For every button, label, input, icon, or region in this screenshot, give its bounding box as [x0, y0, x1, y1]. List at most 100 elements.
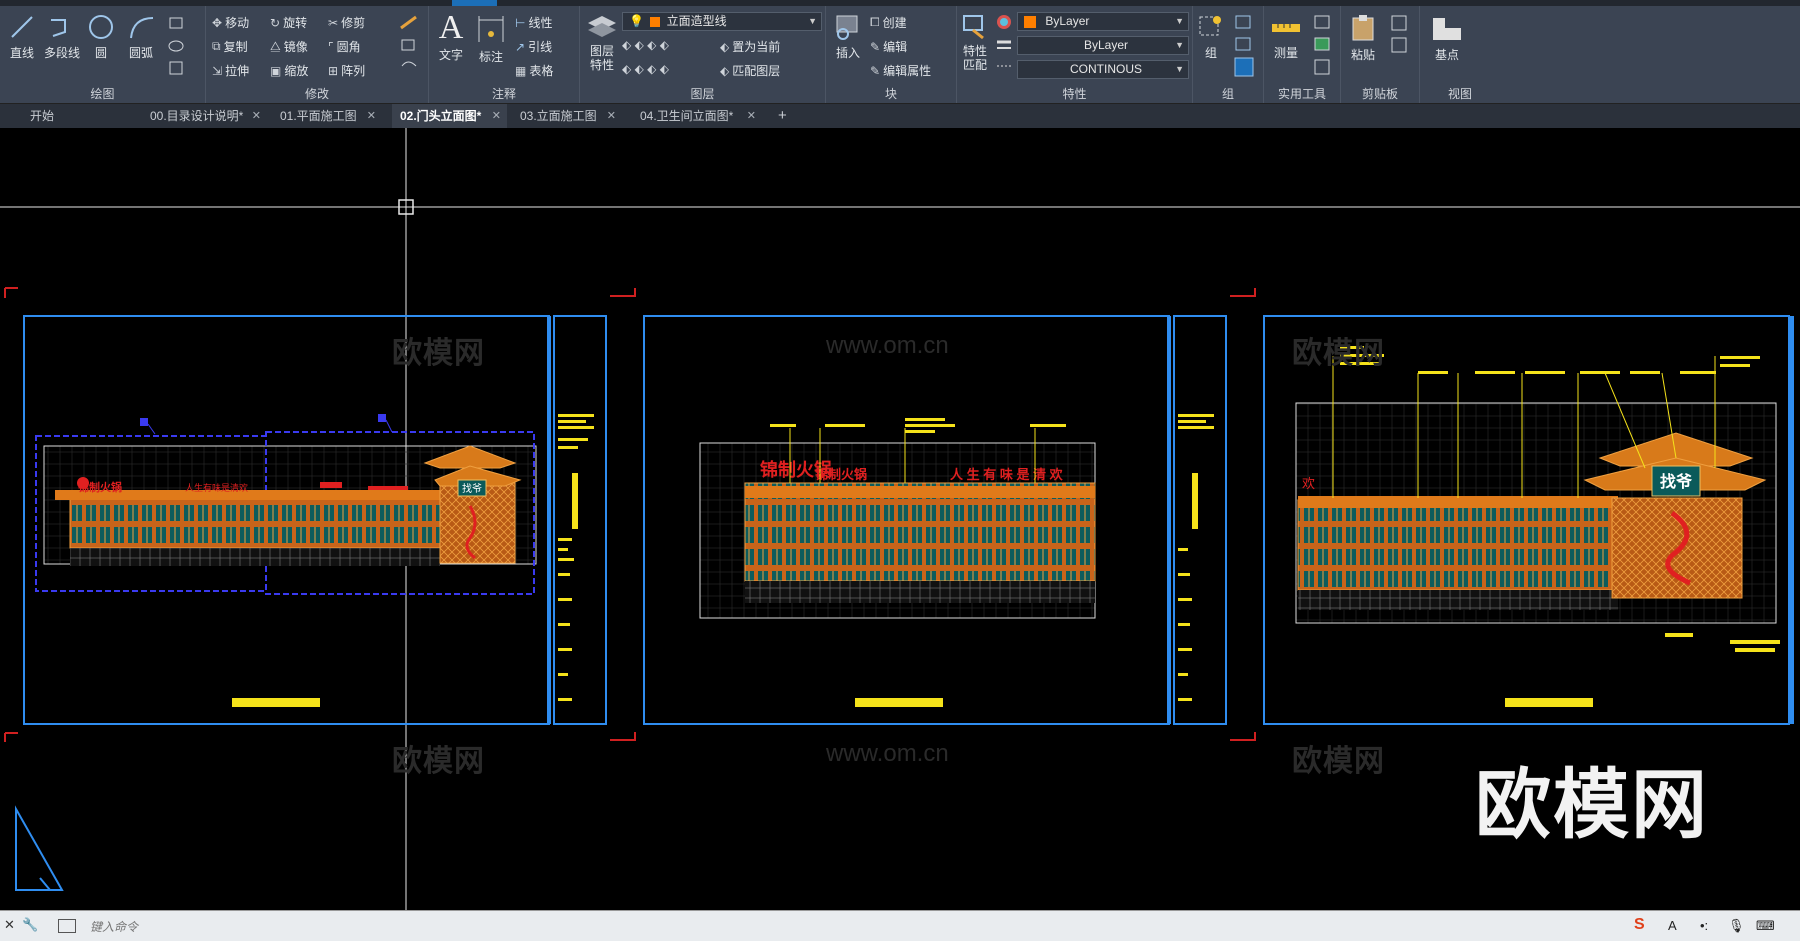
color-dropdown[interactable]: ByLayer ▼ [1017, 12, 1189, 31]
panel-clipboard: 粘贴 剪贴板 [1341, 6, 1420, 103]
tab-label: 02.门头立面图* [400, 109, 482, 123]
microphone-icon[interactable]: 🎙 [1728, 918, 1745, 934]
array-tool[interactable]: ⊞ 阵列 [328, 62, 365, 79]
panel-title-properties[interactable]: 特性 [957, 85, 1192, 101]
copy-tool[interactable]: ⧉ 复制 [212, 38, 248, 55]
panel-title-layers[interactable]: 图层 [580, 85, 825, 101]
dimension-tool[interactable]: 标注 [473, 14, 509, 65]
close-icon[interactable]: ✕ [607, 104, 616, 128]
mirror-tool[interactable]: ⧋ 镜像 [270, 38, 308, 55]
new-tab-button[interactable]: + [770, 104, 800, 128]
tab-01[interactable]: 01.平面施工图 ✕ [272, 104, 382, 128]
array-icon: ⊞ [328, 63, 339, 78]
property-icons[interactable] [995, 14, 1013, 78]
make-current-tool[interactable]: ⬖ 置为当前 [720, 38, 780, 55]
wrench-icon[interactable]: 🔧 [22, 917, 38, 933]
circle-tool[interactable]: 圆 [86, 14, 116, 61]
close-icon[interactable]: ✕ [747, 104, 756, 128]
close-icon[interactable]: ✕ [367, 104, 376, 128]
watermark-brand: 欧模网 [392, 337, 485, 370]
match-layer-label: 匹配图层 [732, 64, 781, 78]
insert-tool[interactable]: 插入 [830, 14, 866, 61]
create-block-tool[interactable]: ⧠ 创建 [870, 14, 907, 31]
utilities-extra-icons[interactable] [1312, 14, 1334, 78]
ime-mode-icon[interactable]: A [1668, 918, 1677, 933]
paste-label: 粘贴 [1350, 48, 1375, 62]
panel-title-view[interactable]: 视图 [1420, 85, 1500, 101]
panel-title-draw[interactable]: 绘图 [0, 85, 205, 101]
fillet-tool[interactable]: ⌜ 圆角 [328, 38, 361, 55]
polyline-icon [51, 19, 66, 37]
layer-properties-tool[interactable]: 图层特性 [584, 14, 620, 72]
panel-title-utilities[interactable]: 实用工具 [1264, 85, 1340, 101]
punctuation-icon[interactable]: •: [1700, 918, 1708, 933]
measure-tool[interactable]: 测量 [1266, 14, 1306, 61]
layer-dropdown[interactable]: 💡 立面造型线 ▼ [622, 12, 822, 31]
ime-logo-icon[interactable]: S [1634, 916, 1645, 934]
rotate-label: 旋转 [283, 16, 308, 30]
panel-title-modify[interactable]: 修改 [206, 85, 428, 101]
rectangle-hatch-icons[interactable] [168, 16, 198, 78]
modify-extra-icons[interactable] [398, 14, 422, 78]
group-tool[interactable]: 组 [1195, 14, 1227, 61]
trim-tool[interactable]: ✂ 修剪 [328, 14, 365, 31]
arc-tool[interactable]: 圆弧 [124, 14, 158, 61]
panel-title-clipboard[interactable]: 剪贴板 [1341, 85, 1419, 101]
text-label: 文字 [438, 48, 463, 62]
layer-tools-row2[interactable]: ⬖ ⬖ ⬖ ⬖ [622, 62, 669, 76]
watermark-brand: 欧模网 [392, 745, 485, 778]
layer-color-swatch [650, 16, 661, 27]
command-input[interactable]: 键入命令 [90, 918, 138, 935]
edit-attr-tool[interactable]: ✎ 编辑属性 [870, 62, 931, 79]
scale-tool[interactable]: ▣ 缩放 [270, 62, 308, 79]
layer-state-icons: ⬖ ⬖ ⬖ ⬖ [622, 38, 669, 52]
close-icon[interactable]: ✕ [492, 104, 501, 128]
tab-04[interactable]: 04.卫生间立面图* ✕ [632, 104, 762, 128]
base-point-tool[interactable]: 基点 [1424, 14, 1470, 63]
group-extra-icons[interactable] [1233, 14, 1257, 78]
panel-title-group[interactable]: 组 [1193, 85, 1263, 101]
move-tool[interactable]: ✥ 移动 [212, 14, 249, 31]
line-tool[interactable]: 直线 [6, 14, 38, 61]
close-icon[interactable]: ✕ [4, 917, 15, 933]
drawing-sheet-3: 找爷 欢 [1263, 315, 1794, 725]
sign-brand-2: 锦制火锅 [815, 467, 867, 482]
match-layer-tool[interactable]: ⬖ 匹配图层 [720, 62, 780, 79]
linear-tool[interactable]: ⊢ 线性 [515, 14, 552, 31]
watermark-url: www.om.cn [826, 740, 949, 767]
insert-block-icon [836, 15, 858, 40]
sign-slogan-2: 人 生 有 味 是 清 欢 [950, 467, 1064, 482]
stretch-tool[interactable]: ⇲ 拉伸 [212, 62, 249, 79]
plus-icon: + [778, 107, 787, 124]
tab-label: 04.卫生间立面图* [640, 109, 734, 123]
command-history-icon[interactable] [58, 919, 76, 933]
rotate-tool[interactable]: ↻ 旋转 [270, 14, 307, 31]
panel-title-block[interactable]: 块 [826, 85, 956, 101]
linear-label: 线性 [528, 16, 553, 30]
match-properties-tool[interactable]: 特性匹配 [959, 14, 991, 72]
dimension-label: 标注 [478, 50, 503, 64]
tab-00[interactable]: 00.目录设计说明* ✕ [142, 104, 267, 128]
line-icon [11, 16, 33, 38]
close-icon[interactable]: ✕ [252, 104, 261, 128]
keyboard-icon[interactable]: ⌨ [1756, 918, 1775, 934]
arc-icon [130, 17, 154, 39]
tab-02-active[interactable]: 02.门头立面图* ✕ [392, 104, 507, 128]
clipboard-extra-icons[interactable] [1389, 14, 1411, 58]
match-properties-icon [963, 15, 984, 40]
leader-tool[interactable]: ↗ 引线 [515, 38, 552, 55]
linetype-dropdown[interactable]: CONTINOUS ▼ [1017, 60, 1189, 79]
color-value: ByLayer [1045, 14, 1090, 28]
tab-start[interactable]: 开始 [22, 104, 132, 128]
paste-tool[interactable]: 粘贴 [1343, 14, 1383, 63]
edit-block-tool[interactable]: ✎ 编辑 [870, 38, 907, 55]
panel-title-annotate[interactable]: 注释 [429, 85, 579, 101]
text-tool[interactable]: A 文字 [433, 10, 469, 63]
polyline-tool[interactable]: 多段线 [42, 14, 82, 61]
lineweight-dropdown[interactable]: ByLayer ▼ [1017, 36, 1189, 55]
move-label: 移动 [225, 16, 250, 30]
edit-block-label: 编辑 [883, 40, 908, 54]
layer-tools-row1[interactable]: ⬖ ⬖ ⬖ ⬖ [622, 38, 669, 52]
tab-03[interactable]: 03.立面施工图 ✕ [512, 104, 622, 128]
table-tool[interactable]: ▦ 表格 [515, 62, 553, 79]
